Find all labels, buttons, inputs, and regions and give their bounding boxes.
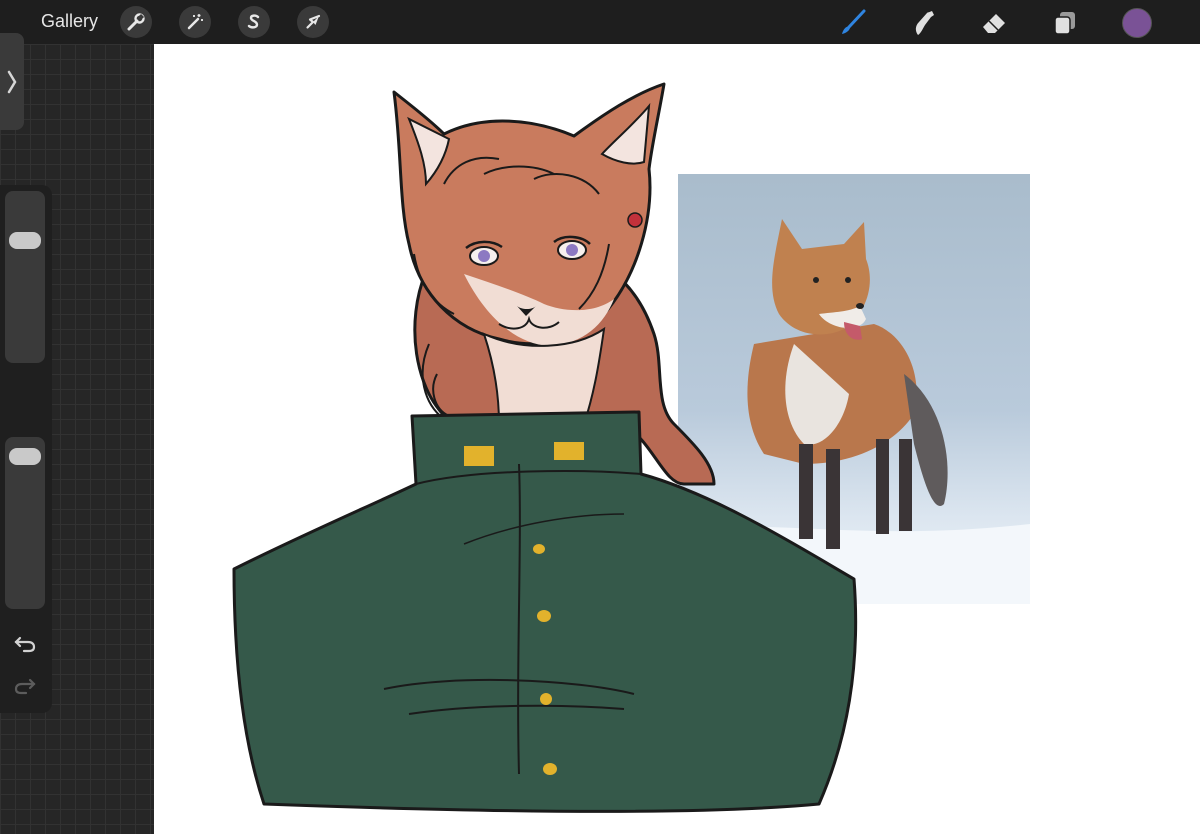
color-picker-swatch[interactable]	[1122, 8, 1152, 38]
layers-button[interactable]	[1048, 6, 1082, 40]
brush-tool-button[interactable]	[835, 6, 869, 40]
redo-icon	[14, 678, 36, 695]
drawing-canvas[interactable]	[154, 44, 1200, 834]
magic-wand-icon	[187, 14, 203, 30]
left-sidebar	[0, 185, 52, 713]
undo-icon	[14, 636, 36, 653]
transform-button[interactable]	[297, 6, 329, 38]
undo-button[interactable]	[12, 632, 38, 656]
smudge-icon	[915, 11, 934, 35]
eraser-tool-button[interactable]	[977, 6, 1011, 40]
smudge-tool-button[interactable]	[906, 6, 940, 40]
opacity-thumb[interactable]	[9, 448, 41, 466]
brush-size-thumb[interactable]	[9, 231, 41, 249]
brush-icon	[842, 9, 866, 34]
artwork-layer	[232, 82, 1030, 813]
wrench-icon	[127, 13, 145, 31]
gallery-button[interactable]: Gallery	[41, 11, 98, 32]
actions-button[interactable]	[120, 6, 152, 38]
top-toolbar: Gallery	[0, 0, 1200, 44]
redo-button[interactable]	[12, 674, 38, 698]
cursor-arrow-icon	[306, 14, 321, 29]
layers-icon	[1054, 12, 1075, 35]
sidebar-toggle-tab[interactable]	[0, 33, 24, 130]
eraser-icon	[983, 14, 1005, 33]
selection-button[interactable]	[238, 6, 270, 38]
brush-size-slider[interactable]	[5, 191, 45, 363]
adjustments-button[interactable]	[179, 6, 211, 38]
opacity-slider[interactable]	[5, 437, 45, 609]
selection-s-icon	[247, 14, 260, 29]
expand-chevron-icon	[7, 70, 17, 93]
